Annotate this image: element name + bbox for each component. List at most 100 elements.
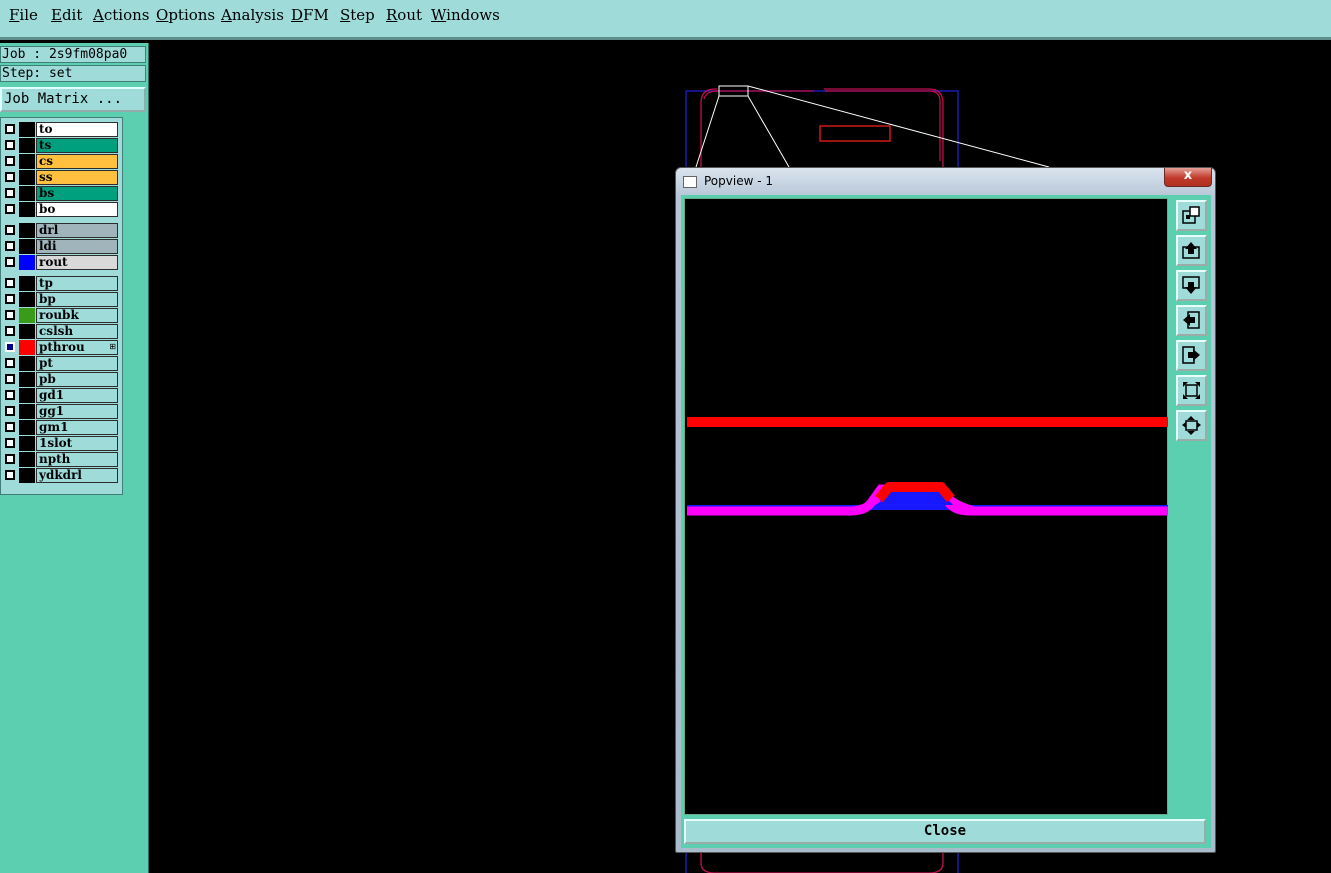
layer-row-gm1[interactable]: gm1 xyxy=(2,420,118,435)
layer-color-swatch[interactable] xyxy=(19,452,35,467)
layer-color-swatch[interactable] xyxy=(19,239,35,254)
layer-name[interactable]: bo xyxy=(36,202,118,217)
layer-name[interactable]: drl xyxy=(36,223,118,238)
layer-name[interactable]: rout xyxy=(36,255,118,270)
pan-right-button[interactable] xyxy=(1176,340,1207,371)
layer-color-swatch[interactable] xyxy=(19,122,35,137)
layer-checkbox[interactable] xyxy=(5,140,15,150)
layer-row-bp[interactable]: bp xyxy=(2,292,118,307)
layer-row-ss[interactable]: ss xyxy=(2,170,118,185)
layer-color-swatch[interactable] xyxy=(19,324,35,339)
menu-dfm[interactable]: DFM xyxy=(291,6,329,24)
layer-name[interactable]: pthrou xyxy=(36,340,118,355)
layer-color-swatch[interactable] xyxy=(19,420,35,435)
pan-left-button[interactable] xyxy=(1176,305,1207,336)
layer-color-swatch[interactable] xyxy=(19,292,35,307)
layer-name[interactable]: pt xyxy=(36,356,118,371)
layer-row-gg1[interactable]: gg1 xyxy=(2,404,118,419)
layer-color-swatch[interactable] xyxy=(19,468,35,483)
layer-name[interactable]: 1slot xyxy=(36,436,118,451)
layer-row-tp[interactable]: tp xyxy=(2,276,118,291)
close-button[interactable]: Close xyxy=(684,819,1206,844)
layer-name[interactable]: tp xyxy=(36,276,118,291)
layer-name[interactable]: cslsh xyxy=(36,324,118,339)
layer-color-swatch[interactable] xyxy=(19,356,35,371)
layer-row-pt[interactable]: pt xyxy=(2,356,118,371)
layer-checkbox[interactable] xyxy=(5,454,15,464)
layer-color-swatch[interactable] xyxy=(19,202,35,217)
layer-checkbox[interactable] xyxy=(5,241,15,251)
layer-name[interactable]: npth xyxy=(36,452,118,467)
window-close-button[interactable]: x xyxy=(1164,168,1212,187)
menu-step[interactable]: Step xyxy=(340,6,375,24)
layer-color-swatch[interactable] xyxy=(19,276,35,291)
popview-graphic-view[interactable] xyxy=(684,198,1168,815)
layer-checkbox[interactable] xyxy=(5,294,15,304)
pan-up-button[interactable] xyxy=(1176,235,1207,266)
menu-file[interactable]: File xyxy=(9,6,38,24)
job-matrix-button[interactable]: Job Matrix ... xyxy=(0,87,146,112)
layer-row-to[interactable]: to xyxy=(2,122,118,137)
layer-color-swatch[interactable] xyxy=(19,255,35,270)
layer-checkbox[interactable] xyxy=(5,406,15,416)
pan-down-button[interactable] xyxy=(1176,270,1207,301)
layer-checkbox[interactable] xyxy=(5,470,15,480)
layer-name[interactable]: pb xyxy=(36,372,118,387)
zoom-home-button[interactable] xyxy=(1176,410,1207,441)
layer-row-cs[interactable]: cs xyxy=(2,154,118,169)
layer-checkbox[interactable] xyxy=(5,156,15,166)
layer-row-npth[interactable]: npth xyxy=(2,452,118,467)
menu-analysis[interactable]: Analysis xyxy=(221,6,284,24)
layer-row-bs[interactable]: bs xyxy=(2,186,118,201)
layer-checkbox[interactable] xyxy=(5,342,15,352)
layer-row-cslsh[interactable]: cslsh xyxy=(2,324,118,339)
layer-checkbox[interactable] xyxy=(5,124,15,134)
layer-name[interactable]: ldi xyxy=(36,239,118,254)
layer-color-swatch[interactable] xyxy=(19,436,35,451)
layer-checkbox[interactable] xyxy=(5,278,15,288)
layer-name[interactable]: roubk xyxy=(36,308,118,323)
layer-checkbox[interactable] xyxy=(5,374,15,384)
menu-options[interactable]: Options xyxy=(156,6,215,24)
layer-color-swatch[interactable] xyxy=(19,388,35,403)
layer-row-ts[interactable]: ts xyxy=(2,138,118,153)
layer-color-swatch[interactable] xyxy=(19,138,35,153)
layer-color-swatch[interactable] xyxy=(19,186,35,201)
layer-checkbox[interactable] xyxy=(5,225,15,235)
menu-edit[interactable]: Edit xyxy=(51,6,82,24)
layer-checkbox[interactable] xyxy=(5,310,15,320)
zoom-fit-button[interactable] xyxy=(1176,375,1207,406)
layer-row-ldi[interactable]: ldi xyxy=(2,239,118,254)
layer-row-drl[interactable]: drl xyxy=(2,223,118,238)
layer-color-swatch[interactable] xyxy=(19,340,35,355)
layer-name[interactable]: ydkdrl xyxy=(36,468,118,483)
layer-checkbox[interactable] xyxy=(5,390,15,400)
layer-color-swatch[interactable] xyxy=(19,372,35,387)
layer-row-ydkdrl[interactable]: ydkdrl xyxy=(2,468,118,483)
layer-row-pb[interactable]: pb xyxy=(2,372,118,387)
layer-row-1slot[interactable]: 1slot xyxy=(2,436,118,451)
menu-rout[interactable]: Rout xyxy=(386,6,422,24)
layer-color-swatch[interactable] xyxy=(19,223,35,238)
layer-name[interactable]: bp xyxy=(36,292,118,307)
layer-checkbox[interactable] xyxy=(5,438,15,448)
layer-name[interactable]: gg1 xyxy=(36,404,118,419)
layer-name[interactable]: gd1 xyxy=(36,388,118,403)
layer-color-swatch[interactable] xyxy=(19,154,35,169)
layer-color-swatch[interactable] xyxy=(19,308,35,323)
layer-checkbox[interactable] xyxy=(5,422,15,432)
layer-checkbox[interactable] xyxy=(5,204,15,214)
layer-name[interactable]: to xyxy=(36,122,118,137)
layer-checkbox[interactable] xyxy=(5,326,15,336)
layer-row-roubk[interactable]: roubk xyxy=(2,308,118,323)
layer-row-bo[interactable]: bo xyxy=(2,202,118,217)
layer-name[interactable]: cs xyxy=(36,154,118,169)
layer-row-gd1[interactable]: gd1 xyxy=(2,388,118,403)
layer-checkbox[interactable] xyxy=(5,358,15,368)
zoom-window-button[interactable] xyxy=(1176,200,1207,231)
layer-row-pthrou[interactable]: pthrou ⊞ xyxy=(2,340,118,355)
layer-color-swatch[interactable] xyxy=(19,170,35,185)
layer-name[interactable]: ss xyxy=(36,170,118,185)
layer-name[interactable]: ts xyxy=(36,138,118,153)
layer-checkbox[interactable] xyxy=(5,257,15,267)
